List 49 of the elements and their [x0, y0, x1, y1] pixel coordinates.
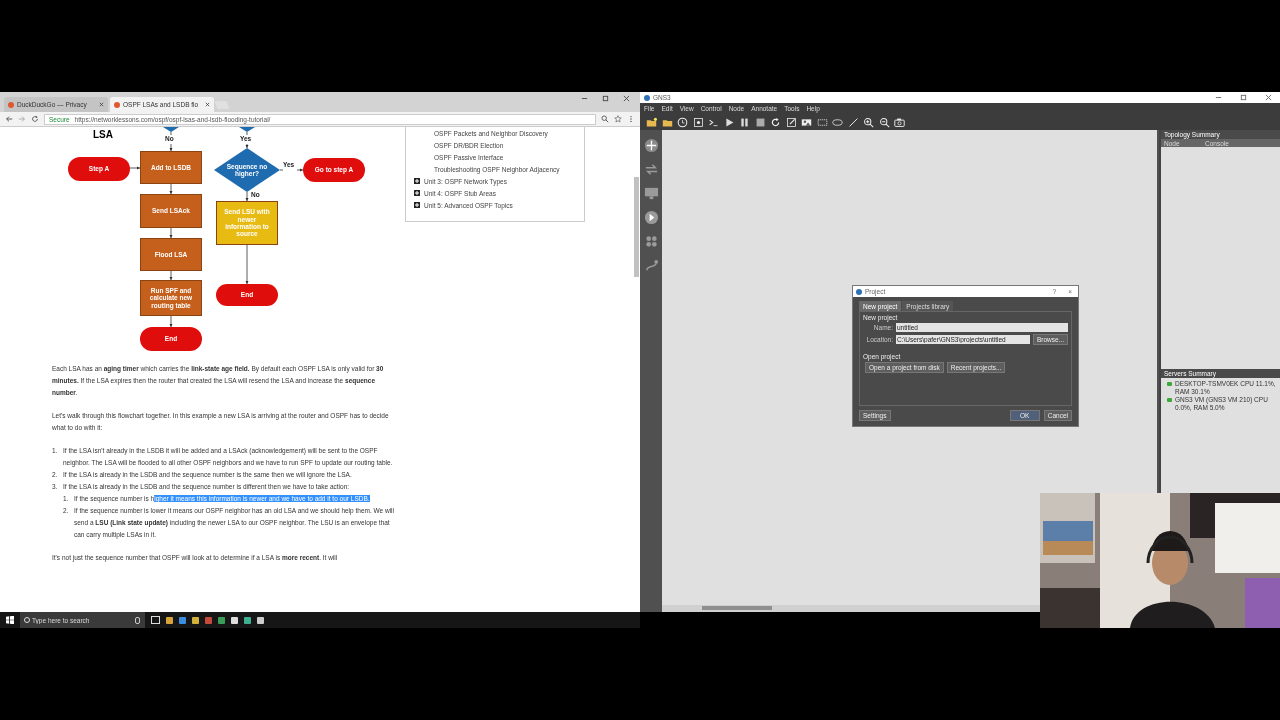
- cable-icon[interactable]: [643, 258, 659, 273]
- scrollbar[interactable]: [634, 177, 639, 277]
- expand-icon[interactable]: [414, 202, 420, 208]
- task-view-icon[interactable]: [151, 616, 160, 624]
- section-heading: LSA: [93, 129, 113, 140]
- arrows-icon[interactable]: [643, 162, 659, 177]
- play-icon[interactable]: [723, 116, 735, 128]
- microphone-icon[interactable]: [135, 617, 140, 624]
- folder-new-icon[interactable]: [646, 116, 657, 128]
- app-icon: [644, 94, 650, 101]
- zoom-out-icon[interactable]: [878, 116, 890, 128]
- stop-icon[interactable]: [754, 116, 766, 128]
- close-icon[interactable]: [99, 102, 104, 107]
- connector-line: [279, 169, 284, 171]
- app-icon: [856, 288, 862, 295]
- star-icon[interactable]: [614, 115, 622, 123]
- maximize-icon[interactable]: [602, 95, 609, 102]
- scrollbar[interactable]: [702, 606, 772, 610]
- minimize-icon[interactable]: [581, 95, 588, 102]
- close-icon[interactable]: [623, 95, 630, 102]
- camera-icon[interactable]: [894, 116, 905, 128]
- pause-icon[interactable]: [739, 116, 750, 128]
- note-icon[interactable]: [785, 116, 797, 128]
- back-icon[interactable]: [5, 115, 13, 123]
- expand-icon[interactable]: [414, 178, 420, 184]
- maximize-icon[interactable]: [1240, 94, 1247, 101]
- image-icon[interactable]: [801, 116, 812, 128]
- monitor-icon[interactable]: [643, 186, 659, 201]
- connector-line: [170, 131, 172, 136]
- ellipse-icon[interactable]: [832, 116, 843, 128]
- grid-icon[interactable]: [643, 234, 659, 249]
- zoom-in-icon[interactable]: [863, 116, 874, 128]
- topology-canvas[interactable]: [662, 130, 1157, 605]
- minimize-icon[interactable]: [1215, 94, 1222, 101]
- menu-icon[interactable]: [627, 115, 635, 123]
- reload-icon[interactable]: [770, 116, 781, 128]
- play-circle-icon[interactable]: [643, 210, 659, 225]
- connector-arrow: [245, 143, 249, 149]
- clock-icon[interactable]: [677, 116, 688, 128]
- expand-icon[interactable]: [414, 190, 420, 196]
- windows-logo-icon[interactable]: [6, 616, 14, 624]
- close-icon[interactable]: [1265, 94, 1272, 101]
- server-status-icon: [1167, 398, 1172, 402]
- close-icon[interactable]: [205, 102, 210, 107]
- server-status-icon: [1167, 382, 1172, 386]
- rectangle-icon[interactable]: [816, 116, 828, 128]
- connector-line: [246, 131, 248, 136]
- line-icon[interactable]: [847, 116, 859, 128]
- search-icon[interactable]: [601, 115, 609, 123]
